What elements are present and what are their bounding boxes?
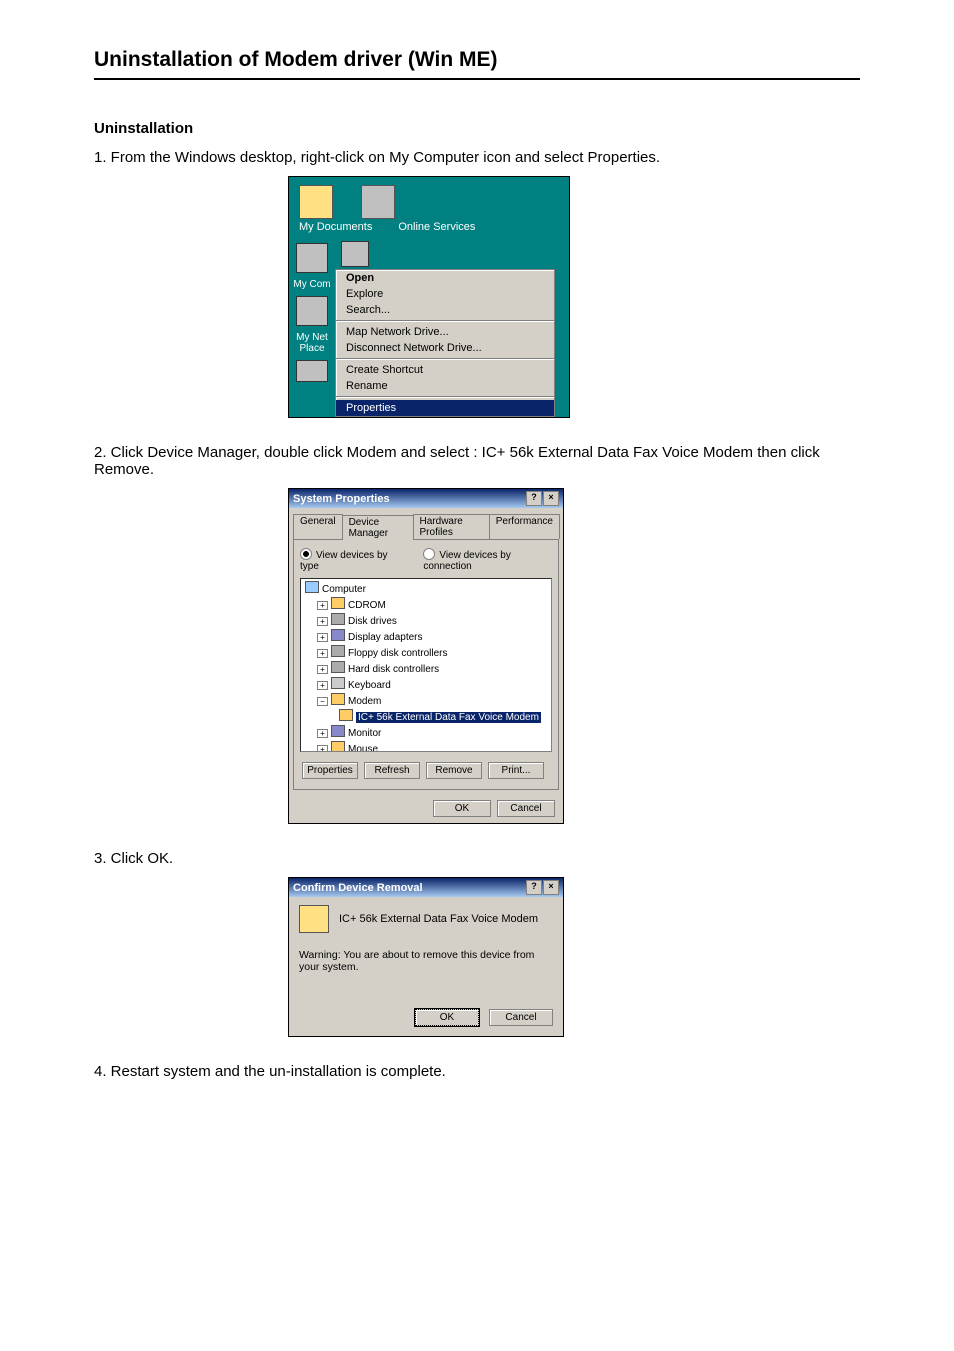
divider [94, 78, 860, 80]
modem-icon [299, 905, 329, 933]
menu-search[interactable]: Search... [336, 302, 554, 318]
online-services-icon [361, 185, 395, 219]
properties-button[interactable]: Properties [302, 762, 358, 779]
help-icon[interactable]: ? [526, 491, 542, 506]
ok-button[interactable]: OK [433, 800, 491, 817]
menu-map-drive[interactable]: Map Network Drive... [336, 324, 554, 340]
menu-explore[interactable]: Explore [336, 286, 554, 302]
step-2: 2. Click Device Manager, double click Mo… [94, 444, 860, 478]
help-icon[interactable]: ? [526, 880, 542, 895]
warning-text: Warning: You are about to remove this de… [299, 949, 553, 973]
menu-disconnect-drive[interactable]: Disconnect Network Drive... [336, 340, 554, 356]
remove-button[interactable]: Remove [426, 762, 482, 779]
step-3: 3. Click OK. [94, 850, 860, 867]
titlebar: Confirm Device Removal ? × [289, 878, 563, 897]
step-1: 1. From the Windows desktop, right-click… [94, 149, 860, 166]
drive-icon [341, 241, 369, 267]
menu-create-shortcut[interactable]: Create Shortcut [336, 362, 554, 378]
menu-open[interactable]: Open [336, 270, 554, 286]
window-title: Confirm Device Removal [293, 882, 423, 894]
refresh-button[interactable]: Refresh [364, 762, 420, 779]
screenshot-context-menu: My DocumentsOnline Services My Com My Ne… [288, 176, 860, 418]
radio-by-type[interactable]: View devices by type [300, 548, 401, 572]
menu-properties[interactable]: Properties [336, 400, 554, 416]
my-documents-icon [299, 185, 333, 219]
device-name: IC+ 56k External Data Fax Voice Modem [339, 913, 538, 925]
tab-device-manager[interactable]: Device Manager [342, 515, 414, 540]
tab-general[interactable]: General [293, 514, 343, 539]
print-button[interactable]: Print... [488, 762, 544, 779]
my-network-places-icon [296, 296, 328, 326]
window-title: System Properties [293, 493, 390, 505]
ok-button[interactable]: OK [415, 1009, 479, 1026]
step-4: 4. Restart system and the un-installatio… [94, 1063, 860, 1080]
section-heading: Uninstallation [94, 120, 860, 137]
tab-performance[interactable]: Performance [489, 514, 560, 539]
context-menu: Open Explore Search... Map Network Drive… [335, 269, 555, 417]
tab-hardware-profiles[interactable]: Hardware Profiles [413, 514, 490, 539]
titlebar: System Properties ? × [289, 489, 563, 508]
tree-selected-modem: IC+ 56k External Data Fax Voice Modem [356, 712, 541, 723]
radio-by-connection[interactable]: View devices by connection [423, 548, 552, 572]
screenshot-system-properties: System Properties ? × General Device Man… [288, 488, 860, 824]
cancel-button[interactable]: Cancel [497, 800, 555, 817]
cancel-button[interactable]: Cancel [489, 1009, 553, 1026]
page-title: Uninstallation of Modem driver (Win ME) [94, 48, 860, 72]
menu-rename[interactable]: Rename [336, 378, 554, 394]
my-computer-icon [296, 243, 328, 273]
device-tree[interactable]: Computer +CDROM +Disk drives +Display ad… [300, 578, 552, 752]
screenshot-confirm-removal: Confirm Device Removal ? × IC+ 56k Exter… [288, 877, 860, 1037]
close-icon[interactable]: × [543, 491, 559, 506]
close-icon[interactable]: × [543, 880, 559, 895]
tabs: General Device Manager Hardware Profiles… [293, 514, 559, 539]
recycle-bin-icon [296, 360, 328, 382]
desktop-icon-labels: My DocumentsOnline Services [289, 221, 569, 239]
